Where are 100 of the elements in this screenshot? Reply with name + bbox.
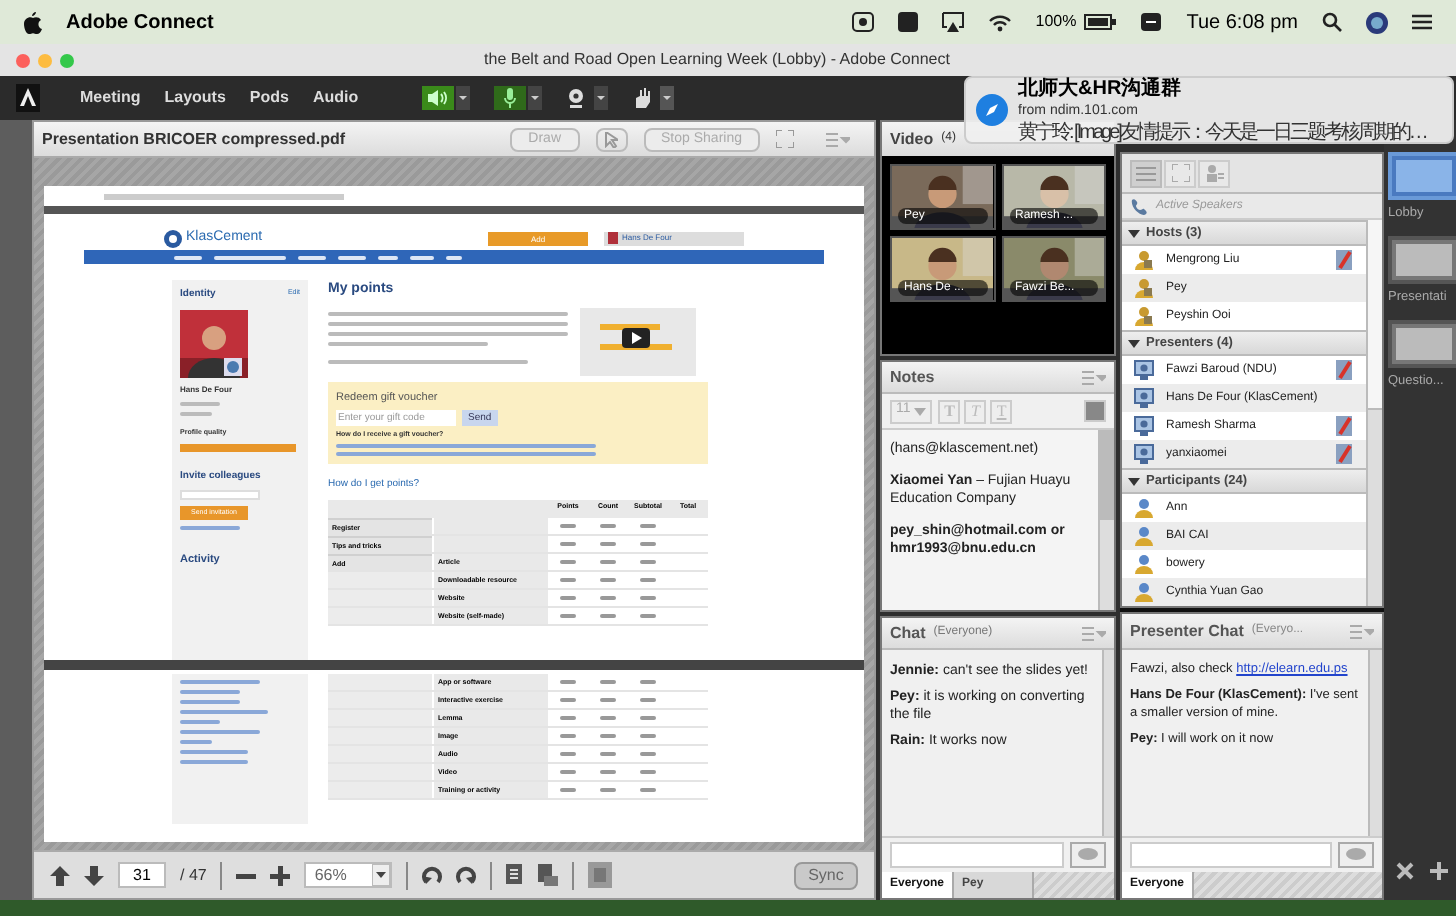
sync-toggle-icon[interactable] (588, 862, 613, 888)
link-line (180, 760, 248, 764)
siri-icon[interactable] (1366, 11, 1388, 33)
host-icon (1134, 250, 1154, 270)
dropdown-icon (914, 407, 927, 415)
battery-percentage: 100% (1035, 10, 1077, 34)
pod-title: Chat (890, 621, 926, 645)
dropdown-icon (372, 864, 391, 886)
rotate-left-icon[interactable] (422, 866, 443, 884)
add-icon[interactable] (1430, 862, 1448, 880)
close-icon[interactable] (1396, 862, 1414, 880)
layout-thumbnail[interactable] (1388, 319, 1456, 367)
text-line (180, 401, 220, 405)
layout-thumbnail[interactable] (1388, 152, 1456, 200)
status-icon[interactable] (851, 12, 874, 32)
compass-icon (976, 94, 1008, 126)
pod-title: Presentation BRICOER compressed.pdf (42, 127, 348, 151)
pod-title: Video (890, 127, 934, 151)
profile-quality-bar (180, 443, 296, 452)
notification-title: 北师大&HR沟通群 (1018, 77, 1184, 99)
color-swatch[interactable] (1084, 400, 1106, 422)
webcam-icon[interactable] (566, 88, 587, 108)
link-line (180, 680, 260, 684)
adobe-logo-icon (16, 84, 40, 112)
rotate-right-icon[interactable] (456, 866, 477, 884)
video-thumbnail-drawing[interactable] (580, 307, 696, 375)
presenter-icon (1134, 360, 1154, 380)
page-number-field[interactable]: 31 (118, 862, 166, 888)
search-icon[interactable] (1322, 12, 1342, 32)
page-total: / 47 (180, 863, 207, 887)
host-icon (1134, 278, 1154, 298)
status-icon[interactable] (1140, 12, 1163, 32)
notification-message: 黄宁玲: [Image]友情提示：今天是一日三题考核周期的… (1018, 121, 1426, 143)
presenter-icon (1134, 416, 1154, 436)
text-line (338, 255, 366, 259)
airplay-icon[interactable] (941, 12, 964, 32)
menu-icon[interactable] (1412, 14, 1432, 30)
speaker-icon (428, 90, 449, 106)
apple-logo-icon[interactable] (24, 11, 42, 33)
menu-item[interactable]: Audio (312, 86, 359, 110)
dropdown-icon[interactable] (594, 86, 609, 110)
next-page-icon[interactable] (84, 865, 104, 885)
scrollbar[interactable] (1366, 220, 1382, 606)
phone-icon (1130, 197, 1148, 215)
presenter-icon (1134, 444, 1154, 464)
host-icon (1134, 306, 1154, 326)
link-line (180, 730, 260, 734)
text-line (410, 255, 434, 259)
link-line (180, 740, 212, 744)
dropdown-icon[interactable] (660, 86, 675, 110)
text-line (298, 255, 326, 259)
person-icon (1134, 554, 1154, 574)
pointer-icon (604, 131, 619, 147)
fit-page-icon[interactable] (506, 864, 525, 886)
email-field[interactable] (180, 490, 260, 501)
link-line (180, 526, 240, 531)
wifi-icon[interactable] (987, 13, 1012, 31)
menu-item[interactable]: Pods (249, 86, 289, 110)
raised-hand-icon[interactable] (632, 88, 653, 108)
chat-input-field[interactable] (1130, 842, 1332, 868)
pod-title: Notes (890, 365, 937, 389)
status-icon[interactable] (897, 12, 918, 32)
link-line (180, 750, 248, 754)
text-line (180, 411, 212, 415)
battery-icon[interactable] (1084, 14, 1117, 30)
list-icon (1136, 165, 1156, 181)
zoom-dropdown[interactable]: 66% (304, 862, 393, 888)
menu-item[interactable]: Meeting (80, 86, 141, 110)
menu-item[interactable]: Layouts (164, 86, 226, 110)
text-line (378, 255, 398, 259)
text-line (174, 255, 202, 259)
logo-icon (164, 229, 182, 247)
layout-thumbnail[interactable] (1388, 235, 1456, 284)
scrollbar[interactable] (1098, 430, 1114, 610)
scrollbar[interactable] (1102, 650, 1114, 836)
dropdown-icon[interactable] (528, 86, 543, 110)
person-icon (1134, 498, 1154, 518)
link-line (180, 690, 240, 694)
person-icon (1134, 582, 1154, 602)
person-icon (1205, 164, 1223, 182)
speech-bubble-icon (1346, 848, 1366, 862)
presenter-icon (1134, 388, 1154, 408)
link-line (180, 720, 220, 724)
dropdown-icon[interactable] (456, 86, 471, 110)
speech-bubble-icon (1078, 848, 1098, 862)
chat-input-field[interactable] (890, 842, 1064, 868)
caret-icon (1128, 227, 1140, 239)
previous-page-icon[interactable] (50, 865, 70, 885)
app-menu[interactable]: Adobe Connect (66, 7, 214, 37)
caret-icon (1128, 337, 1140, 349)
sync-button[interactable]: Sync (794, 861, 858, 889)
avatar-icon (608, 232, 618, 244)
text-line (446, 255, 462, 259)
link-line (180, 700, 240, 704)
menu-clock[interactable]: Tue 6:08 pm (1186, 7, 1298, 37)
fit-width-icon[interactable] (538, 864, 559, 886)
text-line (214, 255, 286, 259)
pod-title: Presenter Chat (1130, 619, 1244, 643)
scrollbar[interactable] (1368, 650, 1382, 836)
zoom-in-icon[interactable] (270, 865, 291, 885)
